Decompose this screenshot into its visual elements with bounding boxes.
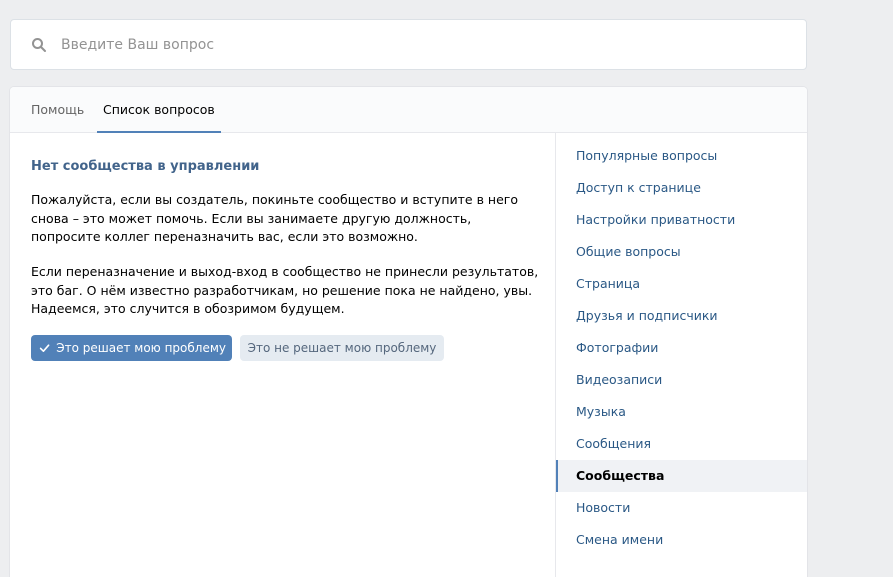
article-paragraph: Если переназначение и выход-вход в сообщ… — [31, 264, 539, 316]
sidebar-item-name-change[interactable]: Смена имени — [556, 524, 807, 556]
sidebar-item-news[interactable]: Новости — [556, 492, 807, 524]
not-solves-problem-label: Это не решает мою проблему — [247, 341, 437, 355]
sidebar-item-friends[interactable]: Друзья и подписчики — [556, 300, 807, 332]
solves-problem-label: Это решает мою проблему — [56, 341, 226, 355]
main-panel: Помощь Список вопросов Нет сообщества в … — [10, 87, 807, 577]
sidebar-item-general[interactable]: Общие вопросы — [556, 236, 807, 268]
sidebar-item-page[interactable]: Страница — [556, 268, 807, 300]
search-input[interactable] — [59, 20, 789, 69]
sidebar-item-privacy[interactable]: Настройки приватности — [556, 204, 807, 236]
sidebar-item-messages[interactable]: Сообщения — [556, 428, 807, 460]
tabs-bar: Помощь Список вопросов — [10, 87, 807, 133]
article-title: Нет сообщества в управлении — [31, 159, 260, 174]
sidebar-item-photos[interactable]: Фотографии — [556, 332, 807, 364]
sidebar-item-page-access[interactable]: Доступ к странице — [556, 172, 807, 204]
search-box[interactable] — [10, 19, 807, 70]
article-paragraph: Пожалуйста, если вы создатель, покиньте … — [31, 192, 518, 244]
article-content: Нет сообщества в управлении Пожалуйста, … — [10, 133, 556, 577]
search-icon — [32, 38, 46, 52]
tab-help[interactable]: Помощь — [31, 87, 84, 133]
check-icon — [39, 344, 50, 353]
sidebar-item-videos[interactable]: Видеозаписи — [556, 364, 807, 396]
sidebar: Популярные вопросы Доступ к странице Нас… — [555, 133, 807, 577]
sidebar-item-popular[interactable]: Популярные вопросы — [556, 140, 807, 172]
solves-problem-button[interactable]: Это решает мою проблему — [31, 335, 232, 361]
sidebar-item-communities[interactable]: Сообщества — [556, 460, 807, 492]
tab-questions-list[interactable]: Список вопросов — [97, 87, 221, 133]
not-solves-problem-button[interactable]: Это не решает мою проблему — [240, 335, 444, 361]
sidebar-item-music[interactable]: Музыка — [556, 396, 807, 428]
